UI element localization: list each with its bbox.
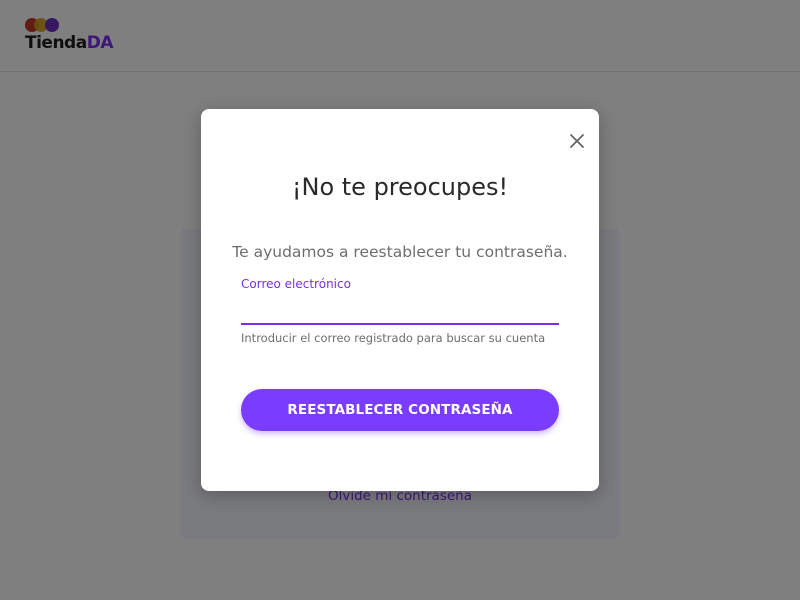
email-field[interactable] <box>241 297 559 325</box>
page: TiendaDA Olvidé mi contraseña ¡No te pre… <box>0 0 800 600</box>
close-button[interactable] <box>567 131 587 151</box>
email-helper-text: Introducir el correo registrado para bus… <box>241 331 546 345</box>
reset-password-modal: ¡No te preocupes! Te ayudamos a reestabl… <box>201 109 599 491</box>
modal-subtitle: Te ayudamos a reestablecer tu contraseña… <box>232 243 568 261</box>
email-field-label: Correo electrónico <box>241 277 351 291</box>
close-icon <box>570 134 584 148</box>
modal-title: ¡No te preocupes! <box>291 173 509 201</box>
reset-password-button[interactable]: REESTABLECER CONTRASEÑA <box>241 389 559 431</box>
